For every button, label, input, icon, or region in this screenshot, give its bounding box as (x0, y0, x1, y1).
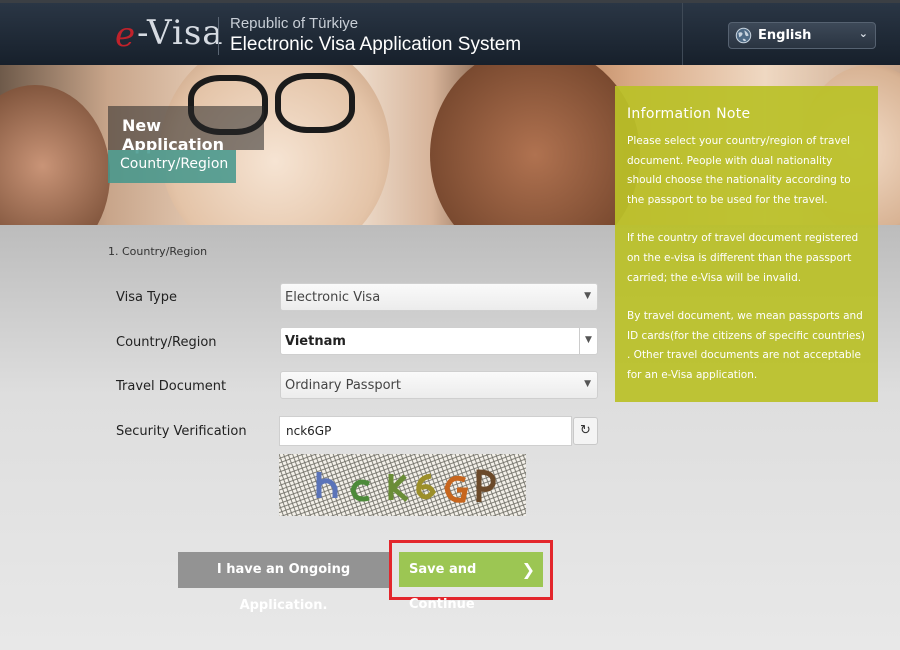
header-title: Electronic Visa Application System (230, 34, 522, 55)
country-select[interactable]: Vietnam ▼ (280, 327, 598, 355)
save-and-continue-button[interactable]: Save and Continue ❯ (399, 552, 543, 612)
globe-icon (735, 27, 752, 44)
travel-document-select[interactable]: Ordinary Passport ▼ (280, 371, 598, 399)
country-value: Vietnam (285, 334, 346, 349)
ongoing-application-button[interactable]: I have an Ongoing Application. (178, 552, 389, 613)
info-note-paragraph: If the country of travel document regist… (627, 232, 859, 284)
language-value: English (758, 28, 812, 43)
save-button-label: Save and Continue (409, 562, 477, 612)
visa-type-label: Visa Type (116, 290, 177, 305)
info-note-title: Information Note (627, 106, 751, 122)
captcha-image (279, 454, 526, 516)
info-note-paragraph: Please select your country/region of tra… (627, 135, 851, 206)
hero-photo-face-3 (430, 65, 640, 225)
language-select[interactable]: English ⌄ (728, 22, 876, 49)
dropdown-arrow-icon: ▼ (584, 379, 591, 389)
travel-document-label: Travel Document (116, 379, 227, 394)
info-note-paragraph: By travel document, we mean passports an… (627, 310, 865, 381)
hero-glasses-2 (275, 73, 355, 133)
tab-country-region: Country/Region (108, 150, 236, 183)
travel-document-value: Ordinary Passport (285, 378, 402, 393)
page-heading: New Application (108, 106, 264, 154)
chevron-right-icon: ❯ (521, 560, 535, 579)
refresh-icon[interactable]: ↻ (573, 417, 598, 445)
dropdown-arrow-icon: ▼ (579, 328, 597, 354)
logo-e: e (115, 15, 136, 55)
visa-type-select[interactable]: Electronic Visa ▼ (280, 283, 598, 311)
security-label: Security Verification (116, 424, 247, 439)
captcha-input[interactable]: nck6GP (279, 416, 572, 446)
logo-visa: -Visa (137, 13, 224, 53)
information-note: Information Note Please select your coun… (615, 86, 878, 402)
dropdown-arrow-icon: ▼ (584, 291, 591, 301)
chevron-down-icon: ⌄ (858, 27, 868, 40)
logo-divider (218, 17, 219, 55)
top-header: e -Visa Republic of Türkiye Electronic V… (0, 0, 900, 68)
header-divider (682, 3, 683, 68)
step-title: 1. Country/Region (108, 245, 208, 258)
hero-photo (0, 85, 110, 225)
header-subtitle: Republic of Türkiye (230, 15, 359, 32)
visa-type-value: Electronic Visa (285, 290, 381, 305)
country-label: Country/Region (116, 335, 217, 350)
